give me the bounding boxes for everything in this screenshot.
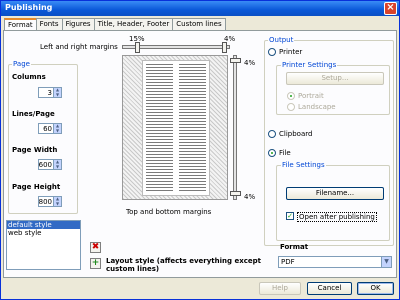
lr-margin-slider[interactable]: [122, 42, 230, 53]
page-height-spinner[interactable]: 800 ▲ ▼: [38, 196, 62, 207]
tab-strip: Format Fonts Figures Title, Header, Foot…: [4, 18, 226, 31]
spinner-arrows-icon[interactable]: ▲ ▼: [53, 159, 61, 169]
lines-per-page-value: 60: [43, 125, 52, 133]
tab-title-header-footer[interactable]: Title, Header, Footer: [93, 18, 174, 30]
file-radio[interactable]: [268, 149, 276, 157]
format-dropdown[interactable]: PDF ▼: [278, 256, 392, 268]
format-panel: Left and right margins 15% 4% Page Colum…: [3, 30, 397, 278]
spinner-arrows-icon[interactable]: ▲ ▼: [53, 196, 61, 206]
preview-column: [146, 63, 173, 193]
ok-button[interactable]: OK: [357, 282, 394, 295]
open-after-label: Open after publishing: [297, 212, 377, 222]
printer-settings-label: Printer Settings: [281, 61, 338, 69]
landscape-radio[interactable]: [287, 103, 295, 111]
title-bar: Publishing ×: [1, 1, 399, 16]
spinner-arrows-icon[interactable]: ▲ ▼: [53, 123, 61, 133]
page-group-label: Page: [12, 60, 31, 68]
file-settings-group: [276, 165, 390, 241]
clipboard-radio[interactable]: [268, 130, 276, 138]
page-width-spinner[interactable]: 600 ▲ ▼: [38, 159, 62, 170]
tb-margin-slider[interactable]: [230, 55, 241, 200]
columns-spinner[interactable]: 3 ▲ ▼: [38, 87, 62, 98]
style-item-web[interactable]: web style: [7, 229, 80, 237]
lines-per-page-spinner[interactable]: 60 ▲ ▼: [38, 123, 62, 134]
page-height-label: Page Height: [12, 183, 61, 191]
bottom-margin-handle[interactable]: [230, 191, 241, 196]
window-title: Publishing: [5, 3, 53, 12]
setup-button[interactable]: Setup...: [286, 72, 384, 85]
close-button[interactable]: ×: [384, 2, 397, 15]
file-label: File: [279, 149, 291, 157]
add-style-button[interactable]: +: [90, 258, 101, 269]
format-label: Format: [280, 243, 309, 251]
printer-radio[interactable]: [268, 48, 276, 56]
output-group-label: Output: [268, 36, 295, 44]
columns-value: 3: [47, 89, 52, 97]
page-width-label: Page Width: [12, 146, 58, 154]
style-list[interactable]: default style web style: [6, 220, 81, 270]
landscape-label: Landscape: [298, 103, 336, 111]
layout-style-note: Layout style (affects everything except …: [106, 257, 261, 273]
filename-button[interactable]: Filename...: [286, 187, 384, 200]
page-width-value: 600: [38, 161, 52, 169]
portrait-radio[interactable]: [287, 92, 295, 100]
format-value: PDF: [281, 258, 295, 266]
page-height-value: 800: [38, 198, 52, 206]
tb-margins-label: Top and bottom margins: [126, 208, 212, 216]
open-after-checkbox[interactable]: ✓: [286, 212, 294, 220]
portrait-label: Portrait: [298, 92, 324, 100]
style-item-default[interactable]: default style: [7, 221, 80, 229]
printer-label: Printer: [279, 48, 303, 56]
clipboard-label: Clipboard: [279, 130, 313, 138]
lines-per-page-label: Lines/Page: [12, 110, 55, 118]
tab-custom-lines[interactable]: Custom lines: [172, 18, 226, 30]
file-settings-label: File Settings: [281, 161, 326, 169]
tab-figures[interactable]: Figures: [61, 18, 95, 30]
top-margin-value: 4%: [244, 59, 256, 67]
preview-page: [142, 60, 210, 196]
preview-column: [179, 63, 206, 193]
delete-style-button[interactable]: ✖: [90, 242, 101, 253]
left-margin-handle[interactable]: [135, 42, 140, 53]
top-margin-handle[interactable]: [230, 58, 241, 63]
page-preview: [122, 55, 228, 200]
lr-margins-label: Left and right margins: [40, 43, 118, 51]
columns-label: Columns: [12, 73, 46, 81]
cancel-button[interactable]: Cancel: [307, 282, 352, 295]
publishing-dialog: Publishing × Format Fonts Figures Title,…: [0, 0, 400, 300]
chevron-down-icon[interactable]: ▼: [381, 257, 391, 267]
spinner-arrows-icon[interactable]: ▲ ▼: [53, 87, 61, 97]
tab-fonts[interactable]: Fonts: [35, 18, 63, 30]
bottom-margin-value: 4%: [244, 193, 256, 201]
right-margin-handle[interactable]: [222, 42, 227, 53]
help-button[interactable]: Help: [259, 282, 301, 295]
